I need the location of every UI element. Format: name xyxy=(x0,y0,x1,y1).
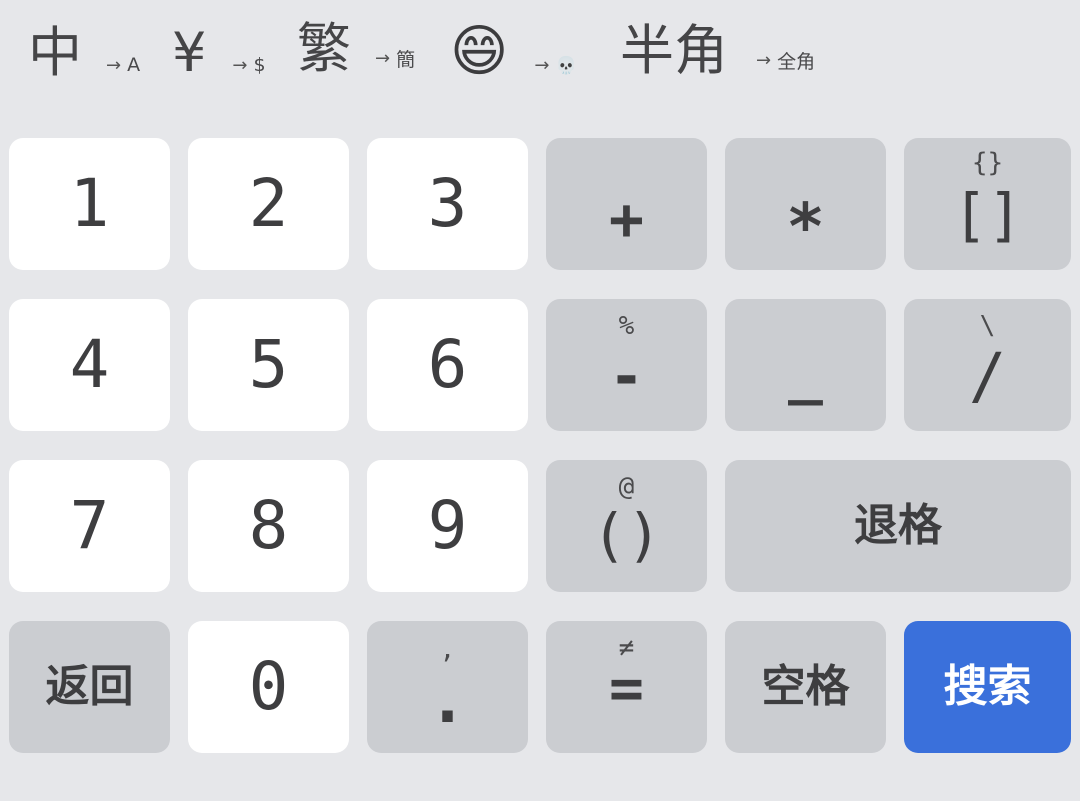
key-label: 1 xyxy=(69,165,110,242)
key-3[interactable]: 3 xyxy=(367,138,528,270)
key-alt-label: {} xyxy=(971,148,1004,178)
key-label: 空格 xyxy=(761,661,850,712)
key-alt-label: \ xyxy=(979,311,996,341)
key-brackets[interactable]: {} [] xyxy=(904,138,1071,270)
key-content: \ / xyxy=(904,299,1071,431)
key-parentheses[interactable]: @ () xyxy=(546,460,707,592)
toolbar-sub-text: A xyxy=(127,54,141,76)
arrow-right-icon: → xyxy=(232,54,248,76)
key-slash[interactable]: \ / xyxy=(904,299,1071,431)
key-plus[interactable]: + xyxy=(546,138,707,270)
key-1[interactable]: 1 xyxy=(9,138,170,270)
arrow-right-icon: → xyxy=(534,55,550,76)
key-label: 返回 xyxy=(45,661,134,712)
arrow-right-icon: → xyxy=(106,54,122,76)
key-label: 3 xyxy=(427,165,468,242)
toolbar-sub-text: 全角 xyxy=(777,51,816,73)
key-label: 2 xyxy=(248,165,289,242)
toolbar-currency-toggle[interactable]: ¥ → $ xyxy=(172,26,266,80)
key-label: - xyxy=(609,342,644,410)
toolbar-main-label: 半角 xyxy=(620,19,728,82)
space-button[interactable]: 空格 xyxy=(725,621,886,753)
key-8[interactable]: 8 xyxy=(188,460,349,592)
key-asterisk[interactable]: * xyxy=(725,138,886,270)
skull-icon: 💀 xyxy=(555,55,577,76)
smiling-face-icon: 😄 xyxy=(450,19,509,84)
toolbar-halfwidth-fullwidth-toggle[interactable]: 半角 → 全角 xyxy=(620,24,815,78)
key-alt-label: % xyxy=(618,311,635,341)
arrow-right-icon: → xyxy=(375,48,391,69)
key-label: = xyxy=(609,654,644,722)
toolbar-traditional-simplified-toggle[interactable]: 繁 → 簡 xyxy=(297,22,415,76)
key-label: 9 xyxy=(427,487,468,564)
toolbar-main-label: ¥ xyxy=(172,21,207,84)
key-label: 0 xyxy=(248,648,289,725)
toolbar-sub-label: → 全角 xyxy=(756,47,815,74)
key-label: 4 xyxy=(69,326,110,403)
toolbar-main-label: 中 xyxy=(28,21,82,84)
key-9[interactable]: 9 xyxy=(367,460,528,592)
arrow-right-icon: → xyxy=(756,50,772,71)
toolbar-sub-text: 簡 xyxy=(396,49,416,71)
key-equals[interactable]: ≠ = xyxy=(546,621,707,753)
toolbar-main-label: 繁 xyxy=(297,17,351,80)
key-label: * xyxy=(786,191,825,265)
key-content: , . xyxy=(367,621,528,753)
key-7[interactable]: 7 xyxy=(9,460,170,592)
key-label: 6 xyxy=(427,326,468,403)
key-label: 8 xyxy=(248,487,289,564)
key-label: . xyxy=(428,664,467,738)
toolbar-sub-label: → 💀 xyxy=(534,55,576,76)
key-minus[interactable]: % - xyxy=(546,299,707,431)
key-label: + xyxy=(609,185,644,253)
key-content: ≠ = xyxy=(546,621,707,753)
toolbar-sub-label: → $ xyxy=(232,54,265,76)
key-label: _ xyxy=(788,338,823,406)
key-label: 5 xyxy=(248,326,289,403)
toolbar-sub-label: → A xyxy=(106,54,140,76)
key-label: () xyxy=(591,501,662,569)
keyboard-toolbar: 中 → A ¥ → $ 繁 → 簡 😄 → 💀 半角 → 全角 xyxy=(0,0,1080,110)
key-0[interactable]: 0 xyxy=(188,621,349,753)
key-label: / xyxy=(968,339,1007,412)
key-content: + xyxy=(546,138,707,270)
back-button[interactable]: 返回 xyxy=(9,621,170,753)
search-button[interactable]: 搜索 xyxy=(904,621,1071,753)
key-label: 退格 xyxy=(854,500,942,551)
backspace-button[interactable]: 退格 xyxy=(725,460,1071,592)
key-label: 7 xyxy=(69,487,110,564)
toolbar-chinese-english-toggle[interactable]: 中 → A xyxy=(28,26,140,80)
key-5[interactable]: 5 xyxy=(188,299,349,431)
toolbar-sub-text: $ xyxy=(253,54,266,76)
key-6[interactable]: 6 xyxy=(367,299,528,431)
key-content: {} [] xyxy=(904,138,1071,270)
toolbar-emoji-toggle[interactable]: 😄 → 💀 xyxy=(450,24,577,80)
key-content: @ () xyxy=(546,460,707,592)
key-label: [] xyxy=(952,181,1023,249)
key-underscore[interactable]: _ xyxy=(725,299,886,431)
key-label: 搜索 xyxy=(943,661,1032,712)
key-period[interactable]: , . xyxy=(367,621,528,753)
key-4[interactable]: 4 xyxy=(9,299,170,431)
key-content: _ xyxy=(725,299,886,431)
key-content: * xyxy=(725,138,886,270)
toolbar-sub-label: → 簡 xyxy=(375,45,415,72)
key-content: % - xyxy=(546,299,707,431)
key-2[interactable]: 2 xyxy=(188,138,349,270)
key-alt-label: @ xyxy=(618,472,635,502)
key-alt-label: , xyxy=(439,635,456,665)
